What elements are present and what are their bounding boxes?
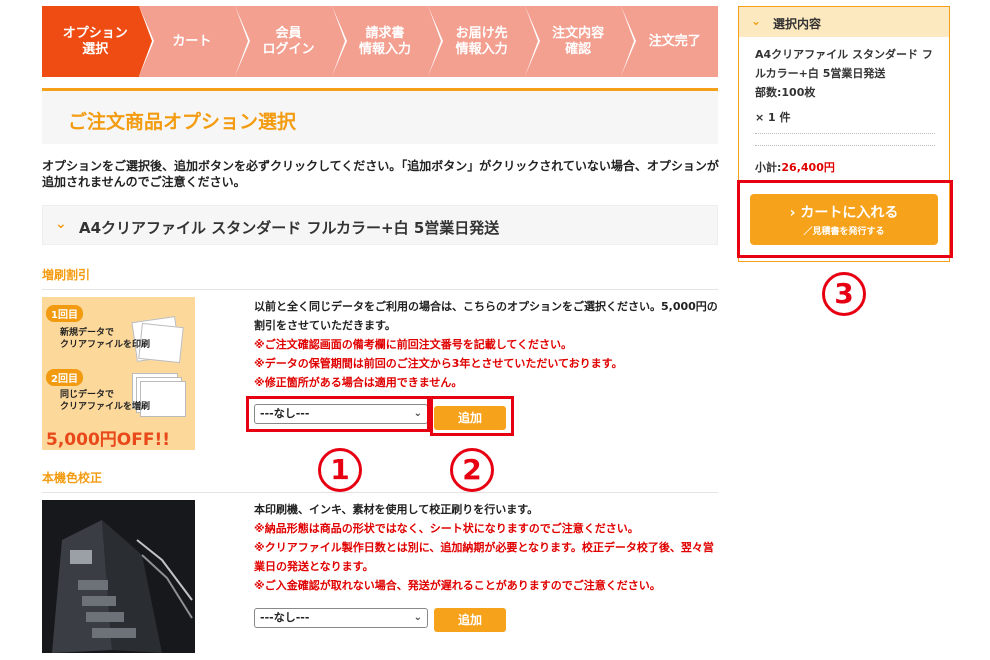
reprint-note-1: ※ご注文確認画面の備考欄に前回注文番号を記載してください。: [254, 338, 573, 351]
step-label: お届け先 情報入力: [455, 25, 508, 57]
summary-item-name: A4クリアファイル スタンダード フルカラー+白 5営業日発送: [755, 48, 933, 80]
step-label: オプション 選択: [62, 25, 128, 57]
summary-title: 選択内容: [773, 17, 822, 31]
divider: [755, 145, 935, 146]
option-title-color-proof: 本機色校正: [42, 469, 718, 493]
chevron-down-icon: ⌄: [751, 14, 762, 28]
page-title: ご注文商品オプション選択: [68, 111, 297, 133]
option-notice: オプションをご選択後、追加ボタンを必ずクリックしてください。「追加ボタン」がクリ…: [42, 159, 719, 189]
second-text: 同じデータで クリアファイルを増刷: [60, 390, 151, 412]
step-label: 注文完了: [648, 33, 701, 49]
step-label: 請求書 情報入力: [359, 25, 412, 57]
first-text: 新規データで クリアファイルを印刷: [60, 328, 151, 350]
reprint-description: 以前と全く同じデータをご利用の場合は、こちらのオプションをご選択ください。5,0…: [254, 297, 724, 392]
page-heading: ご注文商品オプション選択: [42, 88, 718, 144]
summary-subtotal: 小計:26,400円: [755, 159, 835, 175]
highlight-box-3: [737, 180, 953, 258]
press-machine-illustration: [42, 500, 195, 653]
color-proof-desc-text: 本印刷機、インキ、素材を使用して校正刷りを行います。: [254, 503, 539, 516]
reprint-note-3: ※修正箇所がある場合は適用できません。: [254, 376, 463, 389]
step-label: 会員 ログイン: [262, 25, 315, 57]
press-machine-image: [42, 500, 195, 653]
chevron-down-icon: ⌄: [55, 216, 67, 232]
color-proof-option-select[interactable]: ---なし--- ⌄: [254, 608, 428, 628]
discount-text: 5,000円OFF!!: [46, 430, 170, 450]
color-proof-note-1: ※納品形態は商品の形状ではなく、シート状になりますのでご注意ください。: [254, 522, 639, 535]
color-proof-note-3: ※ご入金確認が取れない場合、発送が遅れることがありますのでご注意ください。: [254, 579, 661, 592]
step-label: カート: [172, 33, 212, 49]
step-label: 注文内容 確認: [552, 25, 605, 57]
summary-quantity: 部数:100枚: [755, 86, 816, 99]
reprint-desc-text: 以前と全く同じデータをご利用の場合は、こちらのオプションをご選択ください。5,0…: [254, 300, 718, 332]
color-proof-note-2: ※クリアファイル製作日数とは別に、追加納期が必要となります。校正データ校了後、翌…: [254, 541, 714, 573]
step-option-select: オプション 選択: [42, 6, 154, 77]
select-value: ---なし---: [260, 611, 310, 624]
badge-second: 2回目: [46, 369, 83, 386]
checkout-steps: オプション 選択 カート 会員 ログイン 請求書 情報入力 お届け先 情報入力 …: [42, 6, 719, 77]
badge-first: 1回目: [46, 305, 83, 322]
subtotal-label: 小計:: [755, 161, 782, 174]
reprint-discount-image: 1回目 新規データで クリアファイルを印刷 2回目 同じデータで クリアファイル…: [42, 297, 195, 450]
chevron-down-icon: ⌄: [413, 612, 422, 623]
summary-count: × 1 件: [755, 111, 791, 124]
product-accordion[interactable]: ⌄ A4クリアファイル スタンダード フルカラー+白 5営業日発送: [42, 205, 718, 245]
color-proof-description: 本印刷機、インキ、素材を使用して校正刷りを行います。 ※納品形態は商品の形状では…: [254, 500, 724, 595]
color-proof-add-button[interactable]: 追加: [434, 608, 506, 632]
option-title-reprint: 増刷割引: [42, 266, 718, 290]
summary-header: ⌄ 選択内容: [739, 7, 949, 37]
highlight-box-1: [246, 396, 430, 432]
reprint-note-2: ※データの保管期間は前回のご注文から3年とさせていただいております。: [254, 357, 623, 370]
product-title: A4クリアファイル スタンダード フルカラー+白 5営業日発送: [79, 219, 500, 237]
summary-body: A4クリアファイル スタンダード フルカラー+白 5営業日発送 部数:100枚 …: [755, 45, 935, 127]
step-marker-3: 3: [822, 272, 866, 316]
highlight-box-2: [430, 396, 514, 436]
subtotal-value: 26,400円: [781, 161, 835, 174]
divider: [755, 133, 935, 134]
